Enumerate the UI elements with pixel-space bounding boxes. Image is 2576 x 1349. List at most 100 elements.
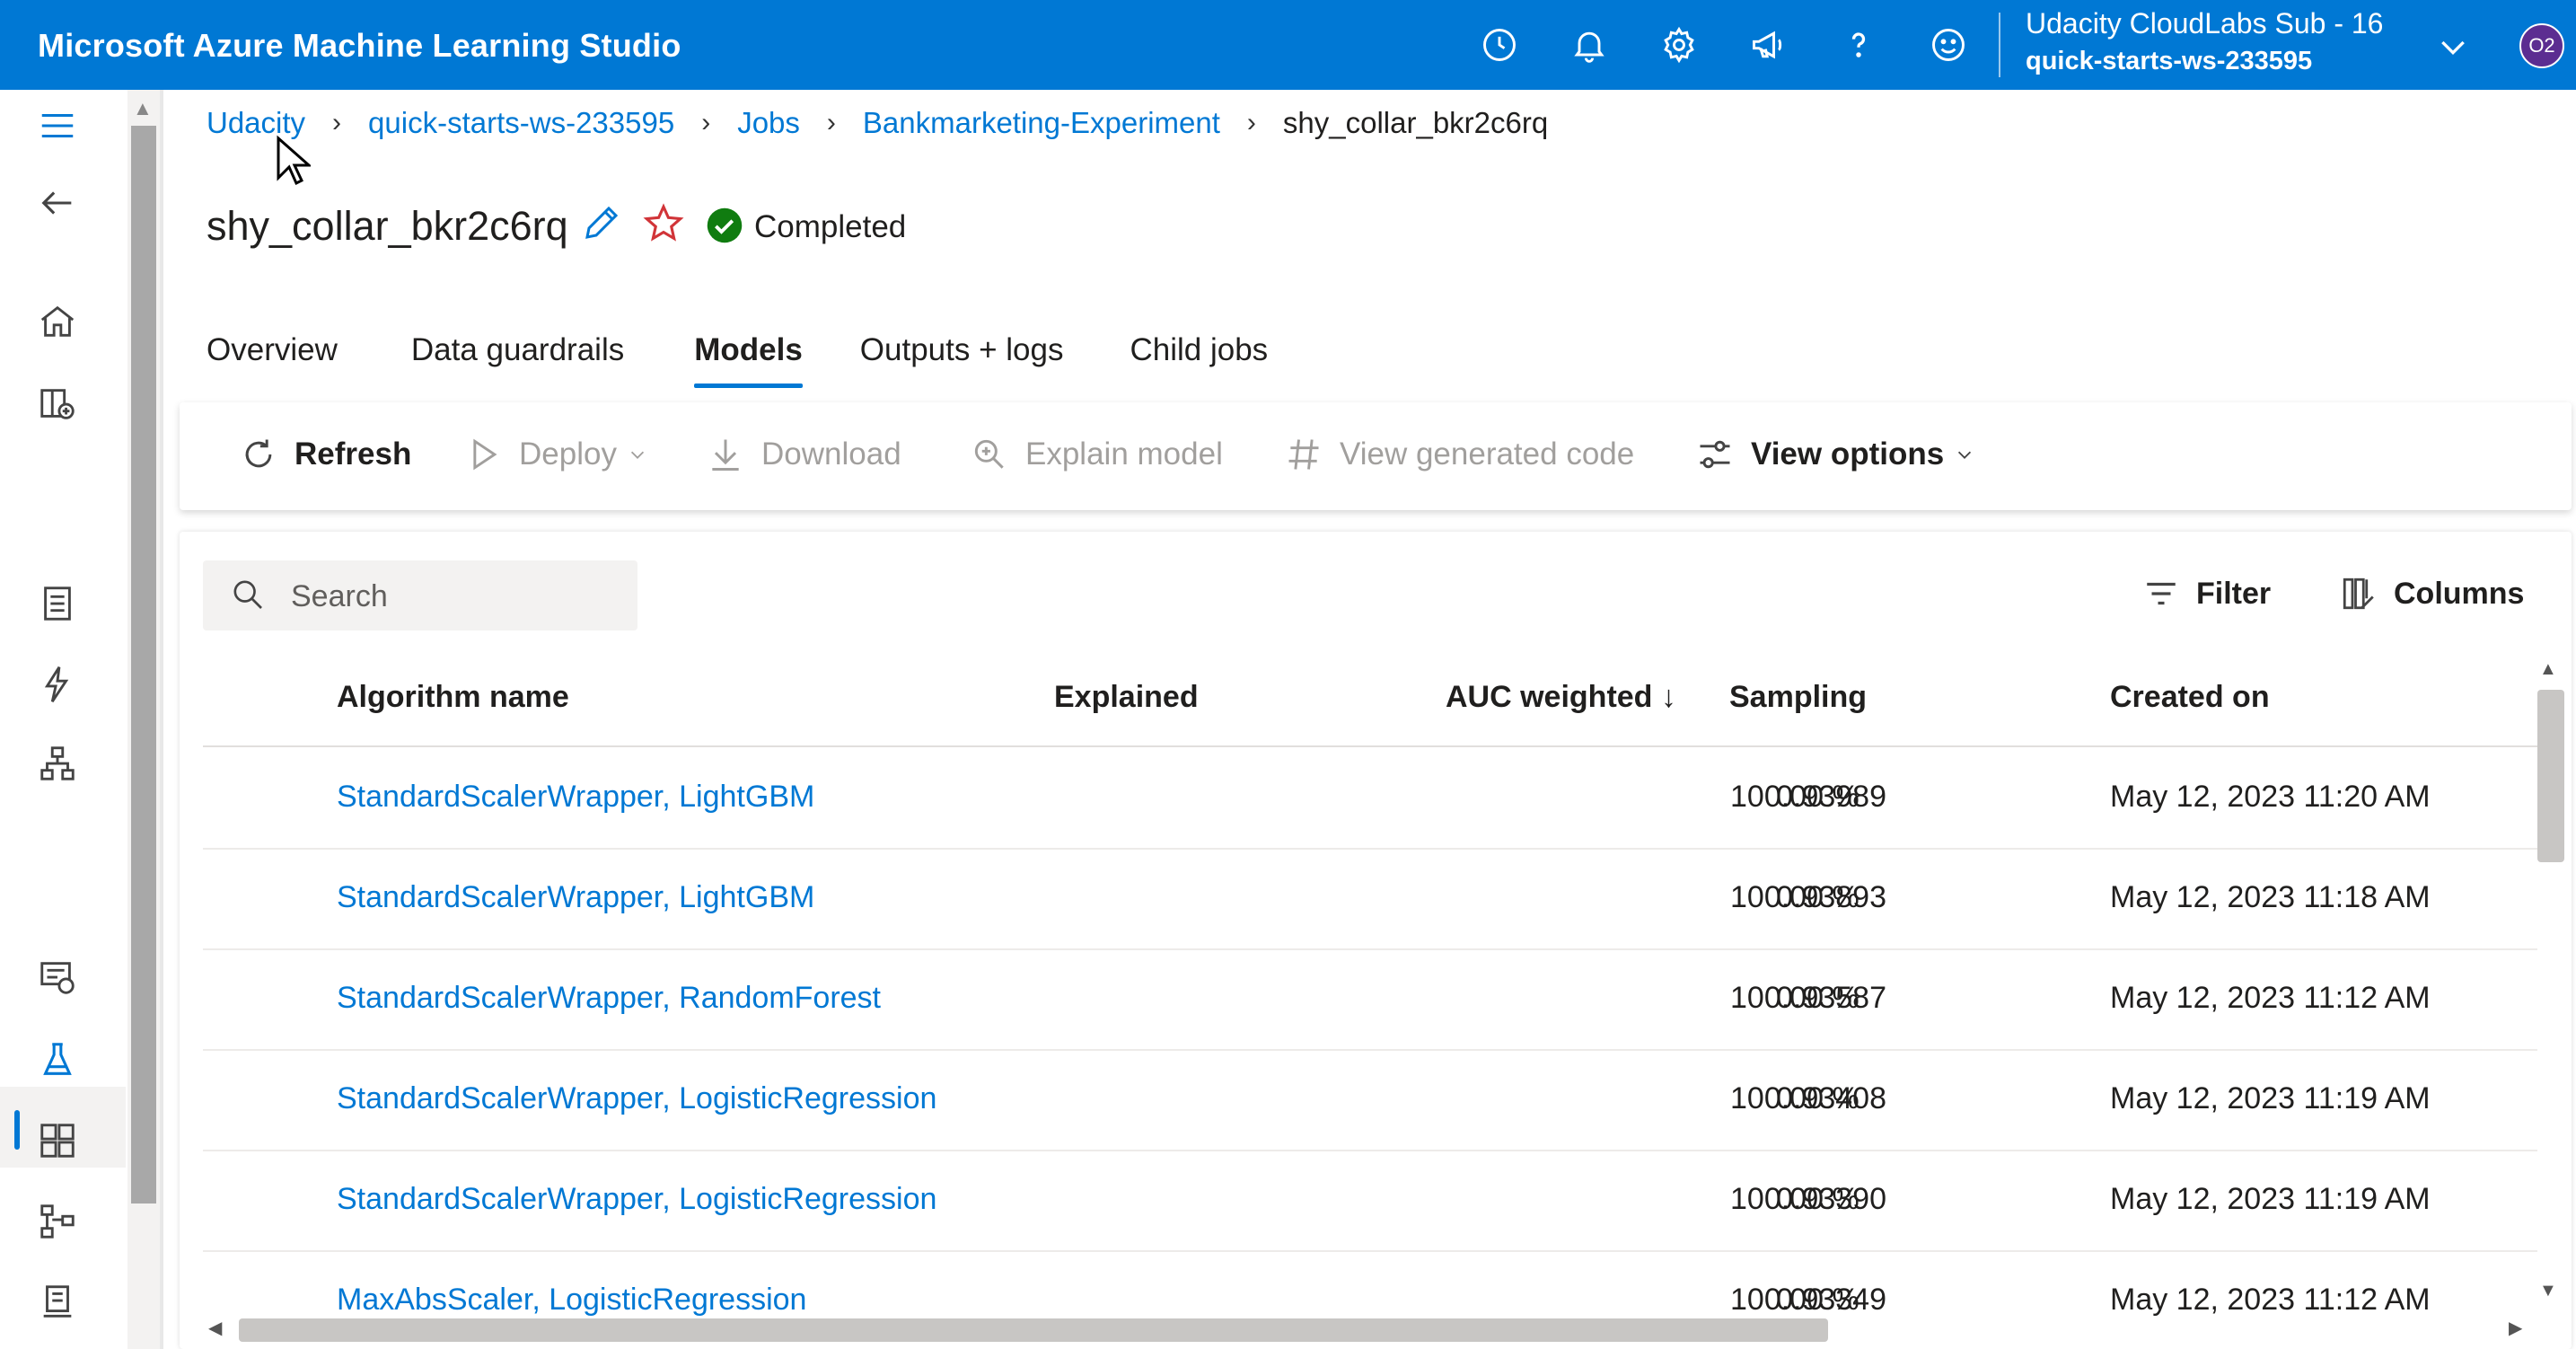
nav-active-indicator (14, 1110, 20, 1150)
vertical-scroll-thumb[interactable] (2537, 690, 2564, 862)
gear-icon[interactable] (1634, 20, 1724, 70)
smiley-icon[interactable] (1903, 20, 1993, 70)
breadcrumb-workspace[interactable]: quick-starts-ws-233595 (368, 106, 674, 140)
chevron-down-icon[interactable] (2435, 29, 2471, 65)
algorithm-link[interactable]: StandardScalerWrapper, RandomForest (337, 981, 881, 1016)
deploy-button[interactable]: Deploy (463, 435, 647, 474)
command-bar: Refresh Deploy Download Explain model Vi… (180, 402, 2572, 510)
created-value: May 12, 2023 11:19 AM (2110, 1081, 2431, 1115)
view-generated-code-label: View generated code (1340, 436, 1635, 472)
explain-model-button[interactable]: Explain model (970, 435, 1223, 474)
explain-model-label: Explain model (1025, 436, 1223, 472)
table-row[interactable]: StandardScalerWrapper, LogisticRegressio… (203, 1049, 2537, 1151)
column-header-auc[interactable]: AUC weighted ↓ (1446, 680, 1676, 715)
chevron-down-icon (1958, 451, 1972, 459)
download-icon (712, 439, 739, 471)
hamburger-icon[interactable] (32, 101, 83, 151)
sampling-value: 100.00 % (1730, 1081, 1859, 1115)
created-value: May 12, 2023 11:18 AM (2110, 880, 2431, 914)
view-options-label: View options (1751, 436, 1945, 472)
nav-scroll-up-arrow[interactable]: ▲ (133, 97, 153, 120)
view-options-button[interactable]: View options (1695, 435, 1974, 474)
breadcrumb-current: shy_collar_bkr2c6rq (1282, 106, 1549, 139)
chevron-right-icon: › (826, 108, 836, 137)
table-horizontal-scrollbar[interactable]: ◀ ▶ (203, 1313, 2537, 1345)
tab-bar: Overview Data guardrails Models Outputs … (207, 332, 1268, 388)
table-row[interactable]: MaxAbsScaler, LogisticRegression 0.93349… (203, 1250, 2537, 1322)
left-nav (0, 90, 126, 1349)
column-header-explained[interactable]: Explained (1054, 680, 1199, 715)
edit-pencil-icon[interactable] (580, 201, 623, 244)
table-row[interactable]: StandardScalerWrapper, RandomForest 0.93… (203, 948, 2537, 1051)
history-icon[interactable] (1455, 20, 1544, 70)
chevron-right-icon: › (332, 108, 342, 137)
algorithm-link[interactable]: StandardScalerWrapper, LightGBM (337, 780, 814, 815)
search-input[interactable] (289, 577, 625, 616)
check-circle-icon (707, 207, 743, 243)
algorithm-link[interactable]: StandardScalerWrapper, LightGBM (337, 880, 814, 915)
breadcrumb-experiment[interactable]: Bankmarketing-Experiment (863, 106, 1220, 140)
designer-icon[interactable] (32, 738, 83, 789)
avatar[interactable]: O2 (2519, 23, 2564, 68)
breadcrumb: Udacity › quick-starts-ws-233595 › Jobs … (207, 106, 1548, 140)
tab-outputs-logs[interactable]: Outputs + logs (860, 332, 1064, 384)
scroll-right-arrow[interactable]: ▶ (2509, 1317, 2522, 1339)
scroll-down-arrow[interactable]: ▼ (2539, 1281, 2557, 1301)
pipelines-icon[interactable] (32, 1196, 83, 1247)
data-icon[interactable] (32, 952, 83, 1002)
refresh-button[interactable]: Refresh (239, 435, 411, 474)
tab-data-guardrails[interactable]: Data guardrails (411, 332, 624, 384)
status-badge: Completed (754, 209, 907, 244)
top-divider (1999, 13, 2000, 77)
model-catalog-icon[interactable] (32, 379, 83, 429)
star-icon[interactable] (641, 201, 686, 246)
columns-icon (2343, 578, 2374, 610)
back-icon[interactable] (32, 178, 83, 228)
download-button[interactable]: Download (706, 435, 901, 474)
view-generated-code-button[interactable]: View generated code (1284, 435, 1634, 474)
horizontal-scroll-thumb[interactable] (239, 1318, 1828, 1342)
created-value: May 12, 2023 11:19 AM (2110, 1182, 2431, 1216)
table-row[interactable]: StandardScalerWrapper, LightGBM 0.93893 … (203, 848, 2537, 950)
home-icon[interactable] (32, 296, 83, 347)
app-title[interactable]: Microsoft Azure Machine Learning Studio (38, 27, 681, 65)
megaphone-icon[interactable] (1724, 20, 1814, 70)
chevron-down-icon (630, 451, 645, 459)
table-row[interactable]: StandardScalerWrapper, LogisticRegressio… (203, 1150, 2537, 1252)
column-header-algorithm[interactable]: Algorithm name (337, 680, 569, 715)
sliders-icon (1700, 440, 1730, 469)
columns-button[interactable]: Columns (2340, 575, 2524, 613)
account-switcher[interactable]: Udacity CloudLabs Sub - 16 quick-starts-… (2026, 5, 2383, 81)
scroll-up-arrow[interactable]: ▲ (2539, 659, 2557, 680)
tab-child-jobs[interactable]: Child jobs (1130, 332, 1268, 384)
sampling-value: 100.00 % (1730, 981, 1859, 1015)
breadcrumb-jobs[interactable]: Jobs (737, 106, 800, 140)
filter-button[interactable]: Filter (2142, 575, 2271, 613)
tab-overview[interactable]: Overview (207, 332, 338, 384)
algorithm-link[interactable]: StandardScalerWrapper, LogisticRegressio… (337, 1081, 936, 1116)
nav-scrollbar-thumb[interactable] (131, 126, 156, 1204)
notebook-icon[interactable] (32, 578, 83, 629)
automl-icon[interactable] (32, 659, 83, 710)
top-bar: Microsoft Azure Machine Learning Studio … (0, 0, 2576, 90)
bell-icon[interactable] (1544, 20, 1634, 70)
search-box[interactable] (203, 560, 637, 630)
table-vertical-scrollbar[interactable]: ▲ ▼ (2534, 656, 2566, 1311)
components-icon[interactable] (32, 1115, 83, 1166)
tab-models[interactable]: Models (694, 332, 803, 388)
chevron-right-icon: › (1246, 108, 1256, 137)
algorithm-link[interactable]: StandardScalerWrapper, LogisticRegressio… (337, 1182, 936, 1217)
environments-icon[interactable] (32, 1277, 83, 1327)
page-title: shy_collar_bkr2c6rq (207, 203, 568, 249)
column-header-created[interactable]: Created on (2110, 680, 2270, 715)
table-row[interactable]: StandardScalerWrapper, LightGBM 0.93989 … (203, 747, 2537, 850)
subscription-name: Udacity CloudLabs Sub - 16 (2026, 7, 2384, 40)
play-icon (473, 438, 497, 471)
workspace-name: quick-starts-ws-233595 (2026, 47, 2313, 75)
scroll-left-arrow[interactable]: ◀ (208, 1317, 222, 1339)
filter-label: Filter (2196, 576, 2272, 611)
help-icon[interactable] (1814, 20, 1903, 70)
filter-icon (2147, 582, 2176, 605)
jobs-icon[interactable] (32, 1035, 83, 1085)
column-header-sampling[interactable]: Sampling (1729, 680, 1867, 715)
